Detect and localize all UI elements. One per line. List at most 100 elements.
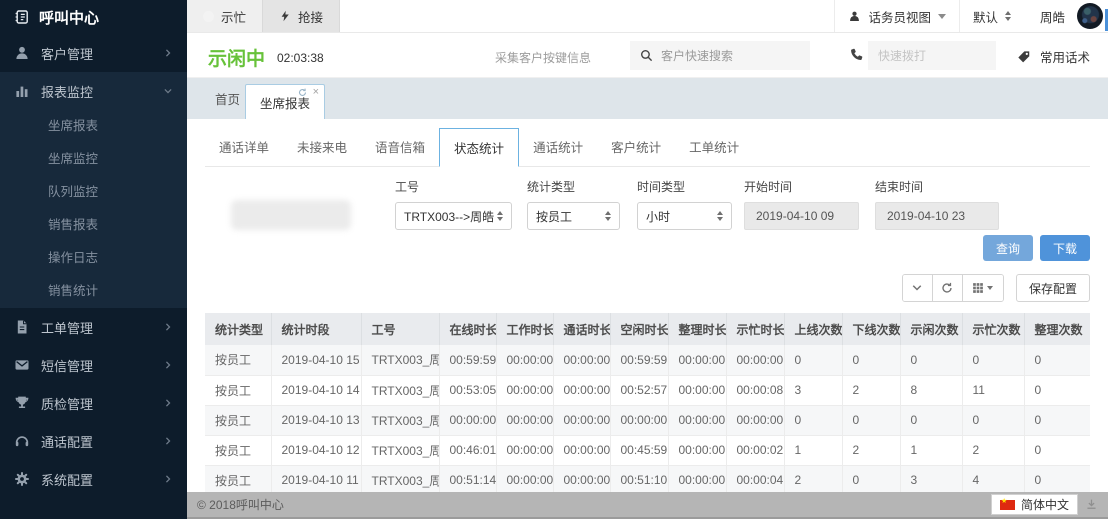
sidebar-subitem-sales-stats[interactable]: 销售统计 bbox=[0, 275, 187, 308]
sidebar-subitem-queue-monitor[interactable]: 队列监控 bbox=[0, 176, 187, 209]
filter-row: 工号 TRTX003-->周皓 统计类型 按员工 时间类型 bbox=[205, 178, 1090, 230]
column-header-10: 下线次数 bbox=[842, 313, 900, 345]
close-tab-icon[interactable]: × bbox=[313, 88, 319, 97]
china-flag-icon bbox=[1000, 500, 1015, 510]
sidebar-item-customer-mgmt[interactable]: 客户管理 bbox=[0, 34, 187, 72]
subtab-5[interactable]: 客户统计 bbox=[597, 128, 675, 166]
table-cell: TRTX003_周皓 bbox=[361, 465, 439, 495]
subtabs: 通话详单未接来电语音信箱状态统计通话统计客户统计工单统计 bbox=[205, 128, 1090, 167]
table-toolbar: 保存配置 bbox=[205, 274, 1090, 302]
agent-view-icon bbox=[848, 10, 861, 23]
search-icon bbox=[640, 49, 653, 62]
subtab-6[interactable]: 工单统计 bbox=[675, 128, 753, 166]
chevron-down-icon bbox=[911, 282, 923, 294]
select-arrows-icon bbox=[605, 211, 611, 221]
sidebar-group-report-monitor: 报表监控 坐席报表 坐席监控 队列监控 销售报表 操作日志 销售统计 bbox=[0, 72, 187, 308]
table-cell: 00:00:00 bbox=[553, 465, 610, 495]
show-busy-button[interactable]: 示忙 bbox=[187, 0, 263, 32]
column-header-7: 整理时长 bbox=[668, 313, 726, 345]
subtab-4[interactable]: 通话统计 bbox=[519, 128, 597, 166]
customer-search-box[interactable] bbox=[630, 41, 810, 70]
table-body: 按员工2019-04-10 15TRTX003_周皓00:59:5900:00:… bbox=[205, 345, 1090, 495]
table-cell: 00:00:00 bbox=[496, 435, 553, 465]
stat-type-select[interactable]: 按员工 bbox=[527, 202, 620, 230]
redacted-control bbox=[231, 200, 351, 230]
column-header-3: 在线时长 bbox=[439, 313, 496, 345]
tag-icon bbox=[1017, 50, 1031, 64]
column-header-9: 上线次数 bbox=[784, 313, 842, 345]
sidebar-item-system-config[interactable]: 系统配置 bbox=[0, 460, 187, 498]
bar-chart-icon bbox=[14, 83, 30, 99]
table-cell: 0 bbox=[1024, 345, 1090, 375]
quick-dial-input[interactable] bbox=[878, 49, 986, 63]
topbar-right: 话务员视图 默认 周皓 bbox=[834, 0, 1108, 32]
column-header-6: 空闲时长 bbox=[610, 313, 668, 345]
columns-button[interactable] bbox=[963, 275, 1003, 301]
view-selector[interactable]: 话务员视图 bbox=[834, 0, 959, 32]
profile-selector[interactable]: 默认 bbox=[959, 0, 1024, 32]
table-cell: 00:00:00 bbox=[439, 405, 496, 435]
subtab-2[interactable]: 语音信箱 bbox=[361, 128, 439, 166]
refresh-button[interactable] bbox=[933, 275, 963, 301]
subtab-0[interactable]: 通话详单 bbox=[205, 128, 283, 166]
table-cell: 00:00:00 bbox=[553, 405, 610, 435]
user-icon bbox=[14, 45, 30, 61]
table-cell: 0 bbox=[784, 405, 842, 435]
start-time-label: 开始时间 bbox=[744, 178, 859, 195]
grab-call-button[interactable]: 抢接 bbox=[263, 0, 340, 32]
save-config-button[interactable]: 保存配置 bbox=[1016, 274, 1090, 302]
table-tools-group bbox=[902, 274, 1004, 302]
sidebar-item-sms-mgmt[interactable]: 短信管理 bbox=[0, 346, 187, 384]
agent-select[interactable]: TRTX003-->周皓 bbox=[395, 202, 512, 230]
table-cell: 按员工 bbox=[205, 375, 271, 405]
status-bar: 示闲中 02:03:38 采集客户按键信息 常用话术 bbox=[187, 33, 1108, 78]
subtab-3[interactable]: 状态统计 bbox=[439, 128, 519, 167]
start-time-input[interactable]: 2019-04-10 09 bbox=[744, 202, 859, 230]
filter-agent: 工号 TRTX003-->周皓 bbox=[395, 178, 512, 230]
sidebar-subitem-agent-report[interactable]: 坐席报表 bbox=[0, 110, 187, 143]
caret-down-icon bbox=[938, 14, 946, 19]
collapse-button[interactable] bbox=[903, 275, 933, 301]
table-cell: 00:51:14 bbox=[439, 465, 496, 495]
sidebar-item-ticket-mgmt[interactable]: 工单管理 bbox=[0, 308, 187, 346]
sidebar-item-report-monitor[interactable]: 报表监控 bbox=[0, 72, 187, 110]
table-cell: 00:00:00 bbox=[726, 345, 784, 375]
table-cell: 1 bbox=[900, 435, 962, 465]
mail-icon bbox=[14, 357, 30, 373]
tab-agent-report[interactable]: × 坐席报表 bbox=[245, 84, 325, 119]
table-cell: 00:52:57 bbox=[610, 375, 668, 405]
table-cell: TRTX003_周皓 bbox=[361, 375, 439, 405]
sidebar-subitem-operation-log[interactable]: 操作日志 bbox=[0, 242, 187, 275]
topbar: 示忙 抢接 话务员视图 默认 周皓 bbox=[187, 0, 1108, 33]
table-cell: 00:53:05 bbox=[439, 375, 496, 405]
table-cell: 00:00:00 bbox=[496, 405, 553, 435]
table-cell: 按员工 bbox=[205, 345, 271, 375]
table-cell: 2019-04-10 11 bbox=[271, 465, 361, 495]
time-type-select[interactable]: 小时 bbox=[637, 202, 732, 230]
refresh-tab-icon[interactable] bbox=[298, 88, 307, 97]
sidebar-subitem-sales-report[interactable]: 销售报表 bbox=[0, 209, 187, 242]
avatar[interactable] bbox=[1077, 3, 1103, 29]
table-row-1: 按员工2019-04-10 14TRTX003_周皓00:53:0500:00:… bbox=[205, 375, 1090, 405]
table-cell: 2 bbox=[784, 465, 842, 495]
notebook-logo-icon bbox=[14, 9, 30, 25]
download-page-icon[interactable] bbox=[1085, 498, 1098, 511]
common-scripts-button[interactable]: 常用话术 bbox=[1017, 47, 1090, 66]
table-cell: 00:00:00 bbox=[668, 435, 726, 465]
sidebar-subitem-agent-monitor[interactable]: 坐席监控 bbox=[0, 143, 187, 176]
customer-search-input[interactable] bbox=[661, 49, 800, 63]
download-button[interactable]: 下载 bbox=[1040, 235, 1090, 261]
end-time-input[interactable]: 2019-04-10 23 bbox=[875, 202, 999, 230]
language-selector[interactable]: 简体中文 bbox=[991, 494, 1078, 515]
sidebar-item-qa-mgmt[interactable]: 质检管理 bbox=[0, 384, 187, 422]
sidebar-item-call-config[interactable]: 通话配置 bbox=[0, 422, 187, 460]
table-cell: 00:00:00 bbox=[668, 465, 726, 495]
query-button[interactable]: 查询 bbox=[983, 235, 1033, 261]
subtab-1[interactable]: 未接来电 bbox=[283, 128, 361, 166]
table-cell: 00:00:00 bbox=[610, 405, 668, 435]
table-cell: 4 bbox=[962, 465, 1024, 495]
quick-dial-box[interactable] bbox=[868, 41, 996, 70]
table-cell: 00:00:08 bbox=[726, 375, 784, 405]
chevron-right-icon bbox=[163, 474, 173, 484]
collect-dtmf-button[interactable]: 采集客户按键信息 bbox=[495, 49, 591, 66]
